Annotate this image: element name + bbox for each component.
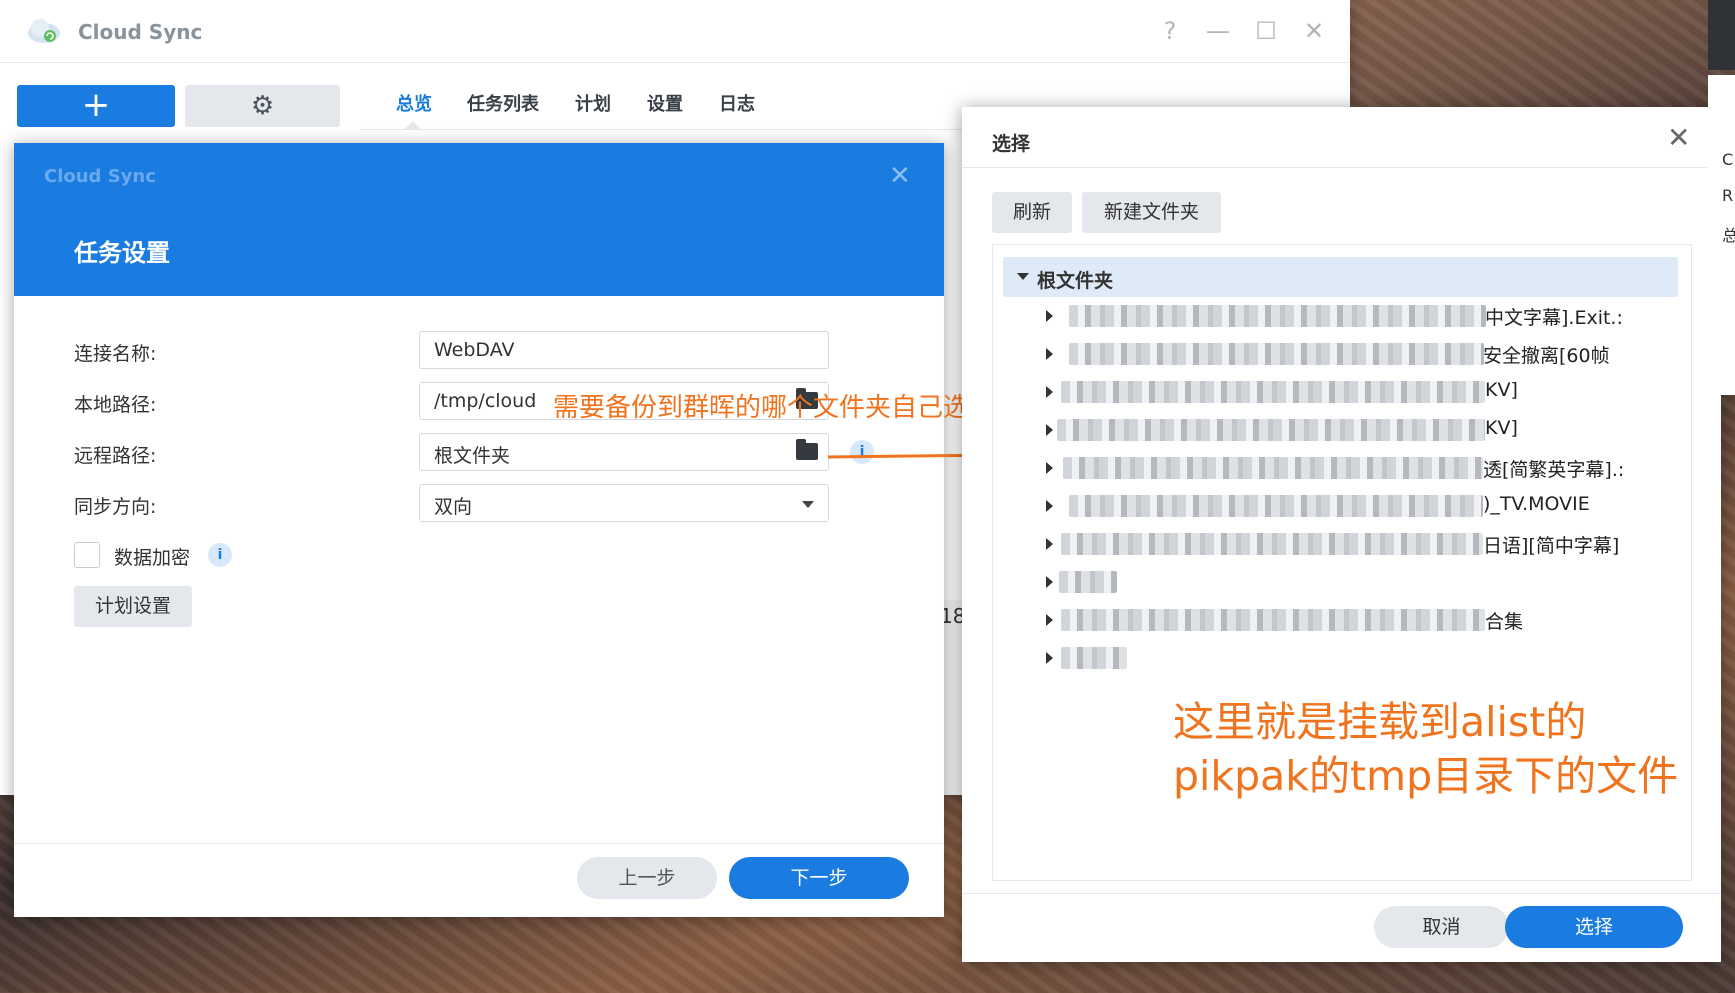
caret-right-icon[interactable] [1046, 424, 1053, 436]
tree-node[interactable]: 合集 [993, 600, 1691, 640]
add-task-button[interactable]: + [17, 85, 175, 127]
tab-settings[interactable]: 设置 [647, 90, 683, 116]
info-icon[interactable]: i [208, 543, 232, 567]
select-footer-divider [962, 893, 1721, 894]
dialog-close-icon[interactable]: ✕ [889, 161, 911, 191]
tree-root-label: 根文件夹 [1037, 270, 1114, 292]
maximize-icon[interactable]: ☐ [1253, 18, 1279, 44]
caret-right-icon[interactable] [1046, 614, 1053, 626]
connection-name-label: 连接名称: [74, 343, 157, 365]
tree-node[interactable]: )_TV.MOVIE [993, 486, 1691, 526]
connection-name-input[interactable]: WebDAV [419, 331, 829, 369]
schedule-settings-button[interactable]: 计划设置 [74, 586, 192, 627]
dialog-title: 任务设置 [74, 239, 170, 267]
help-icon[interactable]: ? [1157, 18, 1183, 44]
cloud-sync-logo-icon [28, 19, 60, 43]
caret-right-icon[interactable] [1046, 538, 1053, 550]
select-dialog-title: 选择 [992, 133, 1031, 155]
active-tab-indicator [405, 121, 421, 129]
tree-node[interactable]: 日语][简中字幕] [993, 524, 1691, 564]
sync-direction-value: 双向 [434, 496, 473, 518]
tree-node[interactable]: 透[简繁英字幕].: [993, 448, 1691, 488]
connection-name-value: WebDAV [434, 339, 515, 361]
annotation-local-path-note: 需要备份到群晖的哪个文件夹自己选择 [553, 393, 996, 423]
caret-right-icon[interactable] [1046, 652, 1053, 664]
task-settings-dialog: Cloud Sync ✕ 任务设置 连接名称: WebDAV 本地路径: /tm… [14, 143, 944, 917]
caret-right-icon[interactable] [1046, 500, 1053, 512]
caret-right-icon[interactable] [1046, 462, 1053, 474]
refresh-button[interactable]: 刷新 [992, 192, 1072, 233]
new-folder-button[interactable]: 新建文件夹 [1082, 192, 1221, 233]
cancel-button[interactable]: 取消 [1374, 906, 1509, 948]
close-icon[interactable]: ✕ [1301, 18, 1327, 44]
next-step-button[interactable]: 下一步 [729, 857, 909, 899]
data-encryption-label: 数据加密 [114, 547, 191, 569]
blurred-name [1061, 381, 1485, 403]
dialog-footer-divider [14, 843, 944, 844]
tree-node-label: 日语][简中字幕] [1483, 535, 1620, 557]
blurred-name [1069, 495, 1483, 517]
dialog-header: Cloud Sync ✕ 任务设置 [14, 143, 944, 296]
local-path-value: /tmp/cloud [434, 390, 537, 412]
caret-right-icon[interactable] [1046, 310, 1053, 322]
tree-root-node[interactable]: 根文件夹 [1003, 257, 1678, 297]
gear-icon: ⚙ [250, 91, 275, 121]
edge-text: R [1722, 186, 1734, 205]
tree-node[interactable] [993, 638, 1691, 678]
caret-right-icon[interactable] [1046, 386, 1053, 398]
blurred-name [1059, 571, 1117, 593]
caret-down-icon[interactable] [1017, 273, 1029, 280]
blurred-name [1061, 647, 1127, 669]
folder-icon[interactable] [796, 439, 818, 460]
blurred-name [1069, 305, 1486, 327]
tree-node[interactable]: 安全撤离[60帧 [993, 334, 1691, 374]
tab-task-list[interactable]: 任务列表 [467, 90, 539, 116]
annotation-tree-note: 这里就是挂载到alist的 pikpak的tmp目录下的文件 [1173, 695, 1678, 803]
tree-node[interactable] [993, 562, 1691, 602]
tab-schedule[interactable]: 计划 [575, 90, 611, 116]
app-title: Cloud Sync [78, 20, 203, 44]
tree-node-label: KV] [1485, 379, 1518, 401]
tree-node[interactable]: KV] [993, 410, 1691, 450]
select-dialog-divider [962, 167, 1721, 168]
blurred-name [1057, 419, 1485, 441]
tab-overview[interactable]: 总览 [396, 90, 432, 116]
select-folder-dialog: 选择 ✕ 刷新 新建文件夹 根文件夹 中文字幕].Exit.: 安全撤离[60帧… [962, 107, 1721, 962]
minimize-icon[interactable]: — [1205, 18, 1231, 44]
settings-gear-button[interactable]: ⚙ [185, 85, 340, 127]
tree-node[interactable]: KV] [993, 372, 1691, 412]
annotation-tree-note-line2: pikpak的tmp目录下的文件 [1173, 752, 1679, 800]
tree-node-label: 安全撤离[60帧 [1483, 345, 1610, 367]
remote-path-input[interactable]: 根文件夹 [419, 433, 829, 471]
tree-node-label: 合集 [1485, 611, 1524, 633]
caret-right-icon[interactable] [1046, 576, 1053, 588]
dialog-app-name: Cloud Sync [44, 166, 156, 187]
remote-path-value: 根文件夹 [434, 445, 511, 467]
title-bar: Cloud Sync ? — ☐ ✕ [0, 0, 1350, 63]
sync-direction-select[interactable]: 双向 [419, 484, 829, 522]
caret-right-icon[interactable] [1046, 348, 1053, 360]
data-encryption-checkbox[interactable] [74, 542, 100, 568]
tree-node-label: KV] [1485, 417, 1518, 439]
select-button[interactable]: 选择 [1505, 906, 1683, 948]
sync-direction-label: 同步方向: [74, 496, 157, 518]
local-path-label: 本地路径: [74, 394, 157, 416]
blurred-name [1061, 533, 1483, 555]
tree-node-label: 透[简繁英字幕].: [1483, 459, 1625, 481]
annotation-tree-note-line1: 这里就是挂载到alist的 [1173, 698, 1587, 746]
blurred-name [1063, 457, 1483, 479]
tab-logs[interactable]: 日志 [719, 90, 755, 116]
tree-node-label: 中文字幕].Exit.: [1485, 307, 1623, 329]
chevron-down-icon [802, 501, 814, 508]
blurred-name [1061, 609, 1485, 631]
blurred-name [1069, 343, 1484, 365]
remote-path-label: 远程路径: [74, 445, 157, 467]
tree-node-label: )_TV.MOVIE [1483, 493, 1590, 515]
tree-node[interactable]: 中文字幕].Exit.: [993, 296, 1691, 336]
edge-text: 总 [1722, 226, 1735, 245]
close-icon[interactable]: ✕ [1667, 121, 1690, 154]
edge-text: C [1722, 150, 1734, 169]
previous-step-button[interactable]: 上一步 [577, 857, 717, 899]
background-window-edge [1708, 0, 1735, 70]
